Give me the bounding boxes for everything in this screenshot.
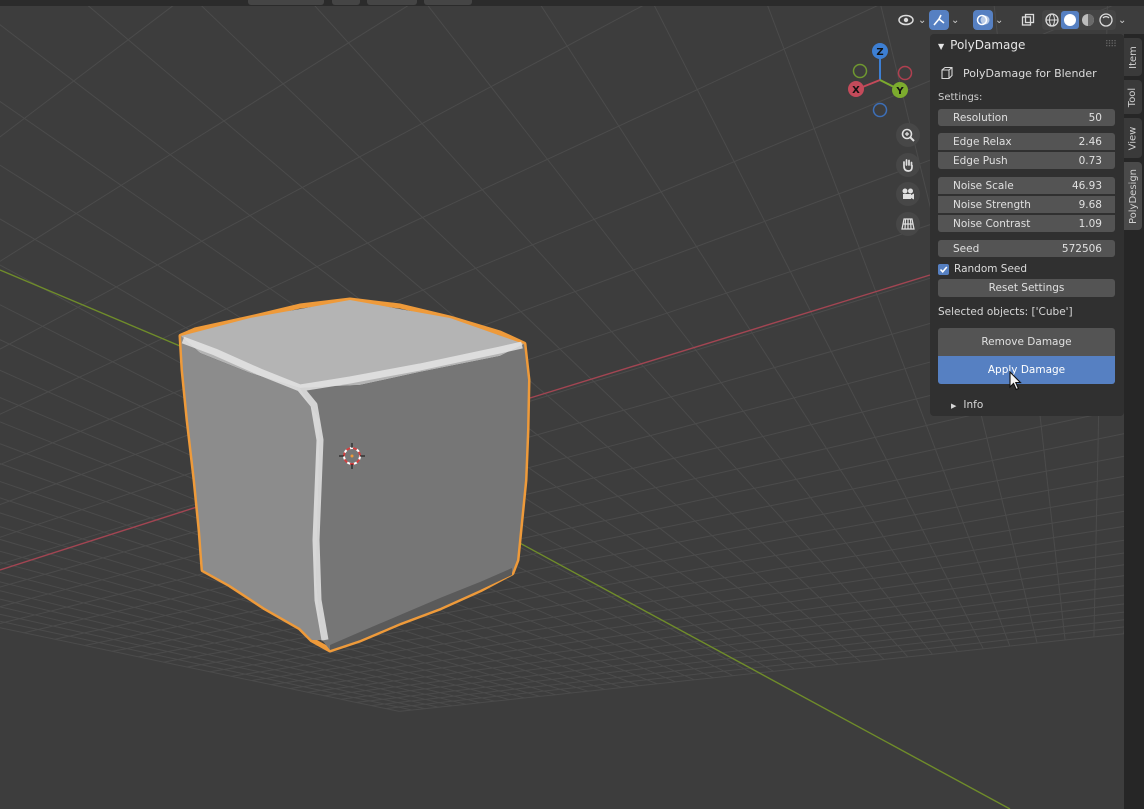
field-value: 572506 <box>1061 242 1102 255</box>
tab-view[interactable]: View <box>1124 118 1142 158</box>
edge-push-field[interactable]: Edge Push 0.73 <box>938 152 1115 169</box>
selected-objects-text: Selected objects: ['Cube'] <box>938 306 1073 318</box>
noise-scale-field[interactable]: Noise Scale 46.93 <box>938 177 1115 194</box>
sidebar-tabs: Item Tool View PolyDesign <box>1124 34 1144 809</box>
field-value: 2.46 <box>1078 135 1102 148</box>
expand-triangle-icon[interactable]: ▶ <box>951 402 956 410</box>
field-value: 50 <box>1088 111 1102 124</box>
tab-item[interactable]: Item <box>1124 38 1142 76</box>
addon-subtitle: PolyDamage for Blender <box>940 66 1097 80</box>
random-seed-label: Random Seed <box>954 263 1028 275</box>
mouse-pointer-icon <box>1009 371 1022 391</box>
field-label: Resolution <box>953 111 1008 124</box>
noise-strength-field[interactable]: Noise Strength 9.68 <box>938 196 1115 213</box>
visibility-dropdown[interactable]: ⌄ <box>896 10 926 30</box>
gizmo-neg-x-icon[interactable] <box>897 65 913 81</box>
header-slot[interactable] <box>424 0 472 5</box>
field-label: Noise Contrast <box>953 217 1031 230</box>
chevron-down-icon: ⌄ <box>918 14 927 26</box>
chevron-down-icon: ⌄ <box>1118 14 1127 26</box>
tab-tool[interactable]: Tool <box>1124 80 1142 114</box>
reset-settings-button[interactable]: Reset Settings <box>938 279 1115 297</box>
navigation-gizmo[interactable]: Z X Y <box>848 43 913 118</box>
chevron-down-icon: ⌄ <box>995 14 1004 26</box>
camera-view-icon[interactable] <box>896 182 920 206</box>
drag-handle-icon[interactable]: ⠿⠿ <box>1105 40 1117 50</box>
panel-title: PolyDamage <box>950 38 1026 52</box>
random-seed-checkbox[interactable]: Random Seed <box>938 263 1027 275</box>
header-slot[interactable] <box>248 0 324 5</box>
field-label: Noise Scale <box>953 179 1014 192</box>
overlay-icon[interactable] <box>973 10 993 30</box>
checkbox-checked-icon[interactable] <box>938 263 949 275</box>
gizmo-icon[interactable] <box>929 10 949 30</box>
solid-shading-icon[interactable] <box>1061 11 1079 29</box>
hand-pan-icon[interactable] <box>896 153 920 177</box>
grid-line <box>0 0 32 447</box>
perspective-grid-icon[interactable] <box>896 212 920 236</box>
tab-polydesign[interactable]: PolyDesign <box>1124 162 1142 230</box>
noise-contrast-field[interactable]: Noise Contrast 1.09 <box>938 215 1115 232</box>
rendered-shading-icon[interactable] <box>1097 11 1115 29</box>
visibility-icon[interactable] <box>896 10 916 30</box>
apply-damage-button[interactable]: Apply Damage <box>938 356 1115 384</box>
field-value: 0.73 <box>1078 154 1102 167</box>
chevron-down-icon: ⌄ <box>951 14 960 26</box>
xray-icon[interactable] <box>1018 10 1038 30</box>
field-value: 46.93 <box>1071 179 1102 192</box>
settings-label: Settings: <box>938 92 983 103</box>
overlay-toggle[interactable]: ⌄ <box>973 10 1003 30</box>
collapse-triangle-icon[interactable]: ▼ <box>938 42 944 51</box>
header-slot[interactable] <box>332 0 360 5</box>
gizmo-neg-y-icon[interactable] <box>852 63 868 79</box>
field-value: 1.09 <box>1078 217 1102 230</box>
polydamage-panel: ▼ PolyDamage ⠿⠿ PolyDamage for Blender Se… <box>930 34 1124 416</box>
material-shading-icon[interactable] <box>1079 11 1097 29</box>
field-label: Edge Relax <box>953 135 1012 148</box>
tab-label: Item <box>1127 45 1139 69</box>
info-subpanel-header[interactable]: ▶ Info <box>951 399 983 411</box>
field-label: Seed <box>953 242 980 255</box>
gizmo-neg-z-icon[interactable] <box>872 102 888 118</box>
tab-label: View <box>1127 126 1139 150</box>
gizmo-y-label: Y <box>895 86 904 97</box>
seed-field[interactable]: Seed 572506 <box>938 240 1115 257</box>
gizmo-toggle[interactable]: ⌄ <box>929 10 959 30</box>
tab-label: PolyDesign <box>1127 168 1139 224</box>
shading-mode-group[interactable]: ⌄ <box>1042 10 1126 30</box>
viewport-top-strip <box>0 0 1144 6</box>
xray-toggle[interactable] <box>1018 10 1038 30</box>
x-axis-line-far <box>529 274 931 399</box>
tab-label: Tool <box>1127 87 1139 107</box>
panel-header[interactable]: ▼ PolyDamage <box>938 38 1025 52</box>
field-value: 9.68 <box>1078 198 1102 211</box>
cube-outline-icon <box>941 66 953 80</box>
field-label: Noise Strength <box>953 198 1031 211</box>
info-label: Info <box>963 399 984 411</box>
header-slot[interactable] <box>367 0 417 5</box>
gizmo-z-label: Z <box>876 47 883 58</box>
addon-subtitle-text: PolyDamage for Blender <box>963 66 1097 80</box>
gizmo-x-label: X <box>852 85 860 96</box>
zoom-icon[interactable] <box>896 123 920 147</box>
field-label: Edge Push <box>953 154 1008 167</box>
y-axis-line-near <box>434 496 1011 809</box>
remove-damage-button[interactable]: Remove Damage <box>938 328 1115 356</box>
wireframe-shading-icon[interactable] <box>1043 11 1061 29</box>
edge-relax-field[interactable]: Edge Relax 2.46 <box>938 133 1115 150</box>
resolution-field[interactable]: Resolution 50 <box>938 109 1115 126</box>
